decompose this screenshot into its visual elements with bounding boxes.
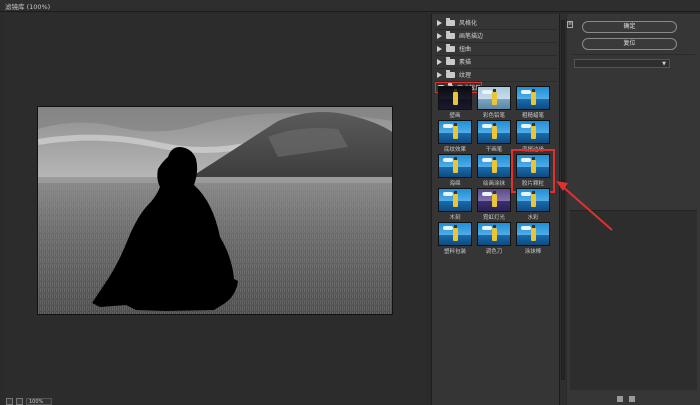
filter-thumb-neon-glow[interactable]: 霓虹灯光 [477, 188, 511, 222]
expand-triangle-icon [437, 45, 442, 52]
filter-thumb-paint-daubs[interactable]: 绘画涂抹 [477, 154, 511, 188]
category-texture[interactable]: 纹理 [435, 69, 557, 80]
category-label: 素描 [459, 59, 472, 66]
expand-triangle-icon [437, 58, 442, 65]
trash-icon[interactable] [629, 396, 635, 402]
filter-label: 海报边缘 [521, 147, 544, 153]
thumbnail-image [477, 188, 511, 212]
thumbnail-image [516, 188, 550, 212]
category-distort[interactable]: 扭曲 [435, 43, 557, 54]
expand-triangle-icon [437, 71, 442, 78]
filter-label: 胶片颗粒 [521, 181, 544, 187]
thumbnail-image [477, 154, 511, 178]
filter-thumb-poster-edges[interactable]: 海报边缘 [516, 120, 550, 154]
filter-panel: 风格化 画笔描边 扭曲 素描 纹理 艺术 [431, 14, 560, 405]
effect-layers-list[interactable] [570, 210, 697, 390]
filter-thumb-palette-knife[interactable]: 调色刀 [477, 222, 511, 256]
filter-select-dropdown[interactable]: ▼ [574, 59, 670, 68]
filter-thumb-colored-pencil[interactable]: 彩色铅笔 [477, 86, 511, 120]
category-label: 纹理 [459, 72, 472, 79]
zoom-out-button[interactable] [6, 397, 13, 405]
filter-label: 壁画 [449, 113, 461, 119]
filter-label: 海绵 [449, 181, 461, 187]
preview-image[interactable] [37, 106, 393, 315]
folder-icon [446, 30, 455, 39]
divider [572, 54, 695, 55]
new-layer-icon[interactable] [617, 396, 623, 402]
thumbnail-image [477, 120, 511, 144]
thumbnail-image [516, 86, 550, 110]
layer-controls [617, 396, 635, 402]
filter-thumb-sponge[interactable]: 海绵 [438, 154, 472, 188]
filter-thumb-watercolor[interactable]: 水彩 [516, 188, 550, 222]
filter-label: 干画笔 [485, 147, 503, 153]
thumbnail-image [477, 222, 511, 246]
filter-label: 彩色铅笔 [482, 113, 505, 119]
filter-label: 粗糙蜡笔 [521, 113, 544, 119]
category-label: 风格化 [459, 20, 478, 27]
thumbnail-image [438, 188, 472, 212]
category-brush-strokes[interactable]: 画笔描边 [435, 30, 557, 41]
thumbnail-image [438, 222, 472, 246]
filter-label: 水彩 [527, 215, 539, 221]
filter-thumb-film-grain[interactable]: 胶片颗粒 [511, 149, 555, 193]
filter-label: 塑料包装 [443, 249, 466, 255]
expand-triangle-icon [437, 19, 442, 26]
thumbnail-image [516, 154, 550, 178]
category-stylize[interactable]: 风格化 [435, 17, 557, 28]
thumbnail-image [516, 120, 550, 144]
filter-thumb-smudge-stick[interactable]: 涂抹棒 [516, 222, 550, 256]
category-label: 画笔描边 [459, 33, 484, 40]
scrollbar-thumb[interactable] [561, 20, 565, 380]
filter-gallery-window: 滤镜库 (100%) 100% 风格化 画笔描边 扭曲 素描 纹理 壁画 彩色铅… [0, 0, 700, 405]
filter-thumb-underpainting[interactable]: 底纹效果 [438, 120, 472, 154]
zoom-in-button[interactable] [16, 397, 23, 405]
thumbnail-image [438, 154, 472, 178]
ok-button[interactable]: 确定 [582, 21, 677, 33]
collapse-panel-icon[interactable]: ≡ [567, 21, 573, 28]
filter-thumb-plastic-wrap[interactable]: 塑料包装 [438, 222, 472, 256]
window-title: 滤镜库 (100%) [5, 3, 51, 11]
filter-label: 底纹效果 [443, 147, 466, 153]
thumbnail-image [516, 222, 550, 246]
folder-icon [446, 43, 455, 52]
filter-label: 涂抹棒 [524, 249, 542, 255]
status-bar: 100% [6, 397, 52, 405]
thumbnail-image [438, 120, 472, 144]
landscape-photo [38, 107, 392, 314]
title-bar: 滤镜库 (100%) [0, 0, 700, 12]
category-sketch[interactable]: 素描 [435, 56, 557, 67]
filter-thumb-rough-pastels[interactable]: 粗糙蜡笔 [516, 86, 550, 120]
folder-icon [446, 56, 455, 65]
filter-label: 绘画涂抹 [482, 181, 505, 187]
filter-thumb-cutout[interactable]: 木刻 [438, 188, 472, 222]
zoom-dropdown[interactable]: 100% [26, 397, 52, 405]
expand-triangle-icon [437, 32, 442, 39]
thumbnail-image [438, 86, 472, 110]
chevron-down-icon: ▼ [662, 61, 666, 67]
filter-thumb-dry-brush[interactable]: 干画笔 [477, 120, 511, 154]
category-label: 扭曲 [459, 46, 472, 53]
folder-icon [446, 69, 455, 78]
thumbnail-image [477, 86, 511, 110]
folder-icon [446, 17, 455, 26]
filter-label: 霓虹灯光 [482, 215, 505, 221]
filter-label: 木刻 [449, 215, 461, 221]
filter-thumb-fresco[interactable]: 壁画 [438, 86, 472, 120]
filter-label: 调色刀 [485, 249, 503, 255]
reset-button[interactable]: 复位 [582, 38, 677, 50]
